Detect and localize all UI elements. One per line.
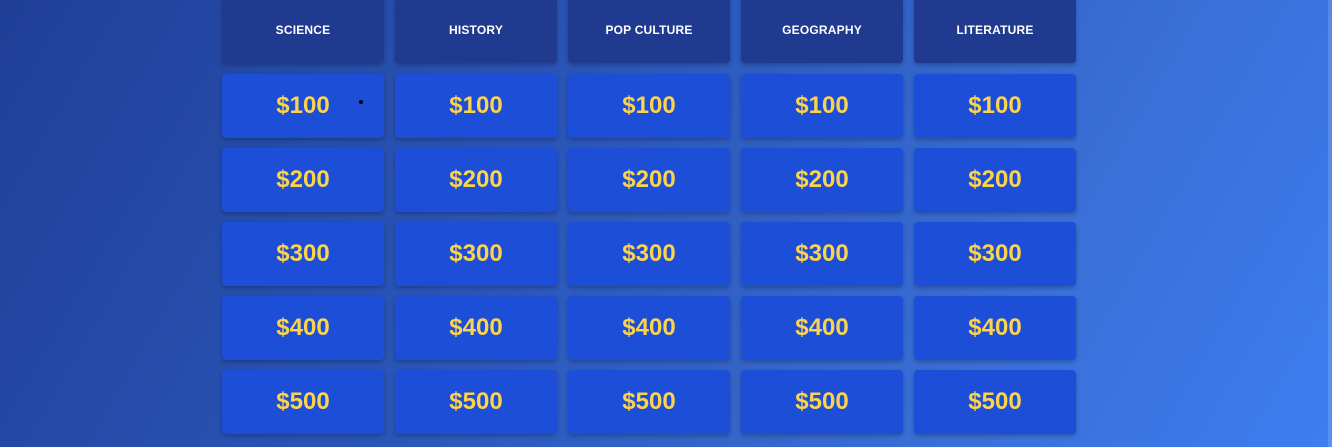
clue-cell[interactable]: $500 — [568, 370, 730, 434]
clue-cell[interactable]: $200 — [568, 148, 730, 212]
category-column-science: SCIENCE $100 $200 $300 $400 $500 — [222, 0, 384, 434]
clue-cell[interactable]: $400 — [741, 296, 903, 360]
mouse-cursor-icon — [359, 100, 363, 104]
clue-cell[interactable]: $100 — [395, 74, 557, 138]
category-header: HISTORY — [395, 0, 557, 63]
clue-cell[interactable]: $300 — [914, 222, 1076, 286]
clue-cell[interactable]: $400 — [395, 296, 557, 360]
clue-cell[interactable]: $500 — [222, 370, 384, 434]
clue-cell[interactable]: $500 — [741, 370, 903, 434]
clue-cell[interactable]: $200 — [395, 148, 557, 212]
clue-cell[interactable]: $100 — [741, 74, 903, 138]
game-board: SCIENCE $100 $200 $300 $400 $500 HISTORY… — [222, 0, 1076, 434]
clue-cell[interactable]: $100 — [568, 74, 730, 138]
category-header: POP CULTURE — [568, 0, 730, 63]
clue-cell[interactable]: $400 — [222, 296, 384, 360]
clue-cell[interactable]: $200 — [914, 148, 1076, 212]
clue-cell[interactable]: $300 — [741, 222, 903, 286]
clue-cell[interactable]: $200 — [222, 148, 384, 212]
clue-cell[interactable]: $300 — [395, 222, 557, 286]
clue-cell[interactable]: $500 — [395, 370, 557, 434]
category-column-literature: LITERATURE $100 $200 $300 $400 $500 — [914, 0, 1076, 434]
category-column-history: HISTORY $100 $200 $300 $400 $500 — [395, 0, 557, 434]
category-header: LITERATURE — [914, 0, 1076, 63]
clue-cell[interactable]: $400 — [568, 296, 730, 360]
clue-cell[interactable]: $100 — [914, 74, 1076, 138]
clue-cell[interactable]: $300 — [568, 222, 730, 286]
clue-cell[interactable]: $300 — [222, 222, 384, 286]
category-header: GEOGRAPHY — [741, 0, 903, 63]
scrollbar[interactable] — [1328, 0, 1332, 447]
category-column-pop-culture: POP CULTURE $100 $200 $300 $400 $500 — [568, 0, 730, 434]
clue-cell[interactable]: $400 — [914, 296, 1076, 360]
category-header: SCIENCE — [222, 0, 384, 63]
category-column-geography: GEOGRAPHY $100 $200 $300 $400 $500 — [741, 0, 903, 434]
clue-cell[interactable]: $100 — [222, 74, 384, 138]
clue-cell[interactable]: $200 — [741, 148, 903, 212]
clue-cell[interactable]: $500 — [914, 370, 1076, 434]
